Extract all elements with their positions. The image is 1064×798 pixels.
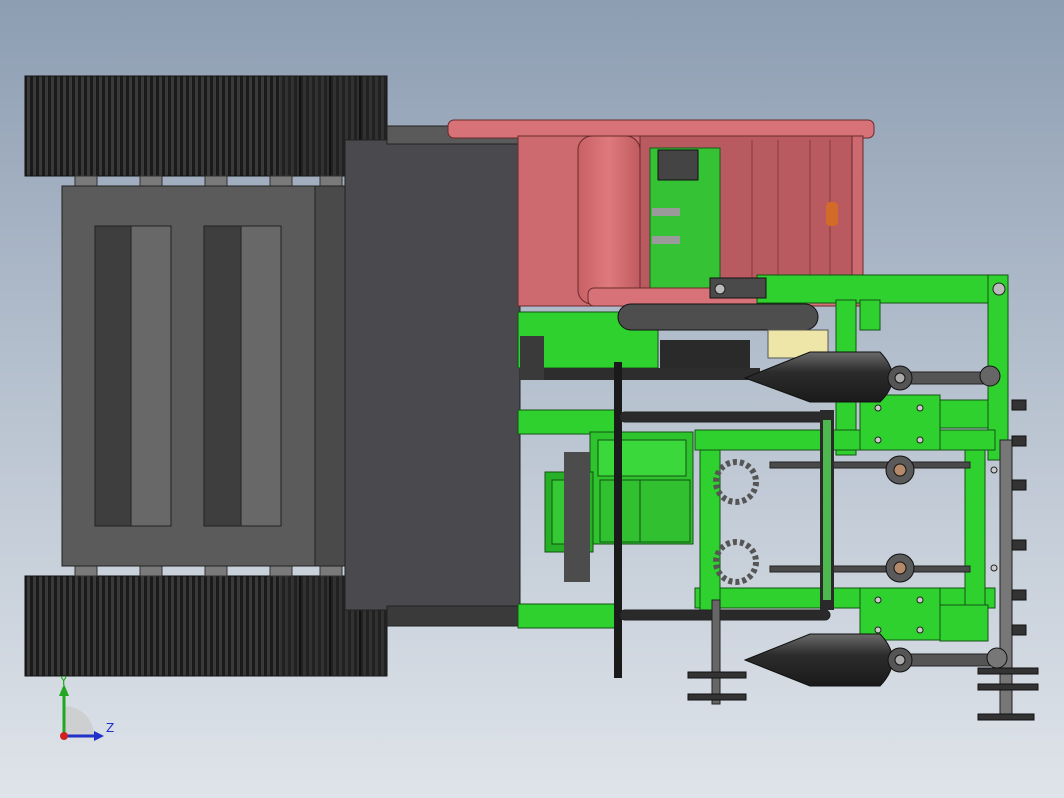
cad-viewport[interactable]: Y Z	[0, 0, 1064, 798]
cone-top	[743, 351, 893, 403]
triad-quadrant	[64, 706, 94, 736]
chassis-body	[61, 125, 521, 627]
cone-bottom	[743, 633, 893, 687]
left-track-top	[24, 75, 388, 177]
origin-icon	[60, 732, 68, 740]
left-track-bottom	[24, 575, 388, 677]
axis-triad: Y Z	[59, 676, 114, 741]
z-arrow-icon	[94, 731, 104, 741]
model-view[interactable]	[0, 0, 1064, 798]
y-axis-label: Y	[59, 676, 68, 688]
z-axis-label: Z	[106, 721, 114, 735]
